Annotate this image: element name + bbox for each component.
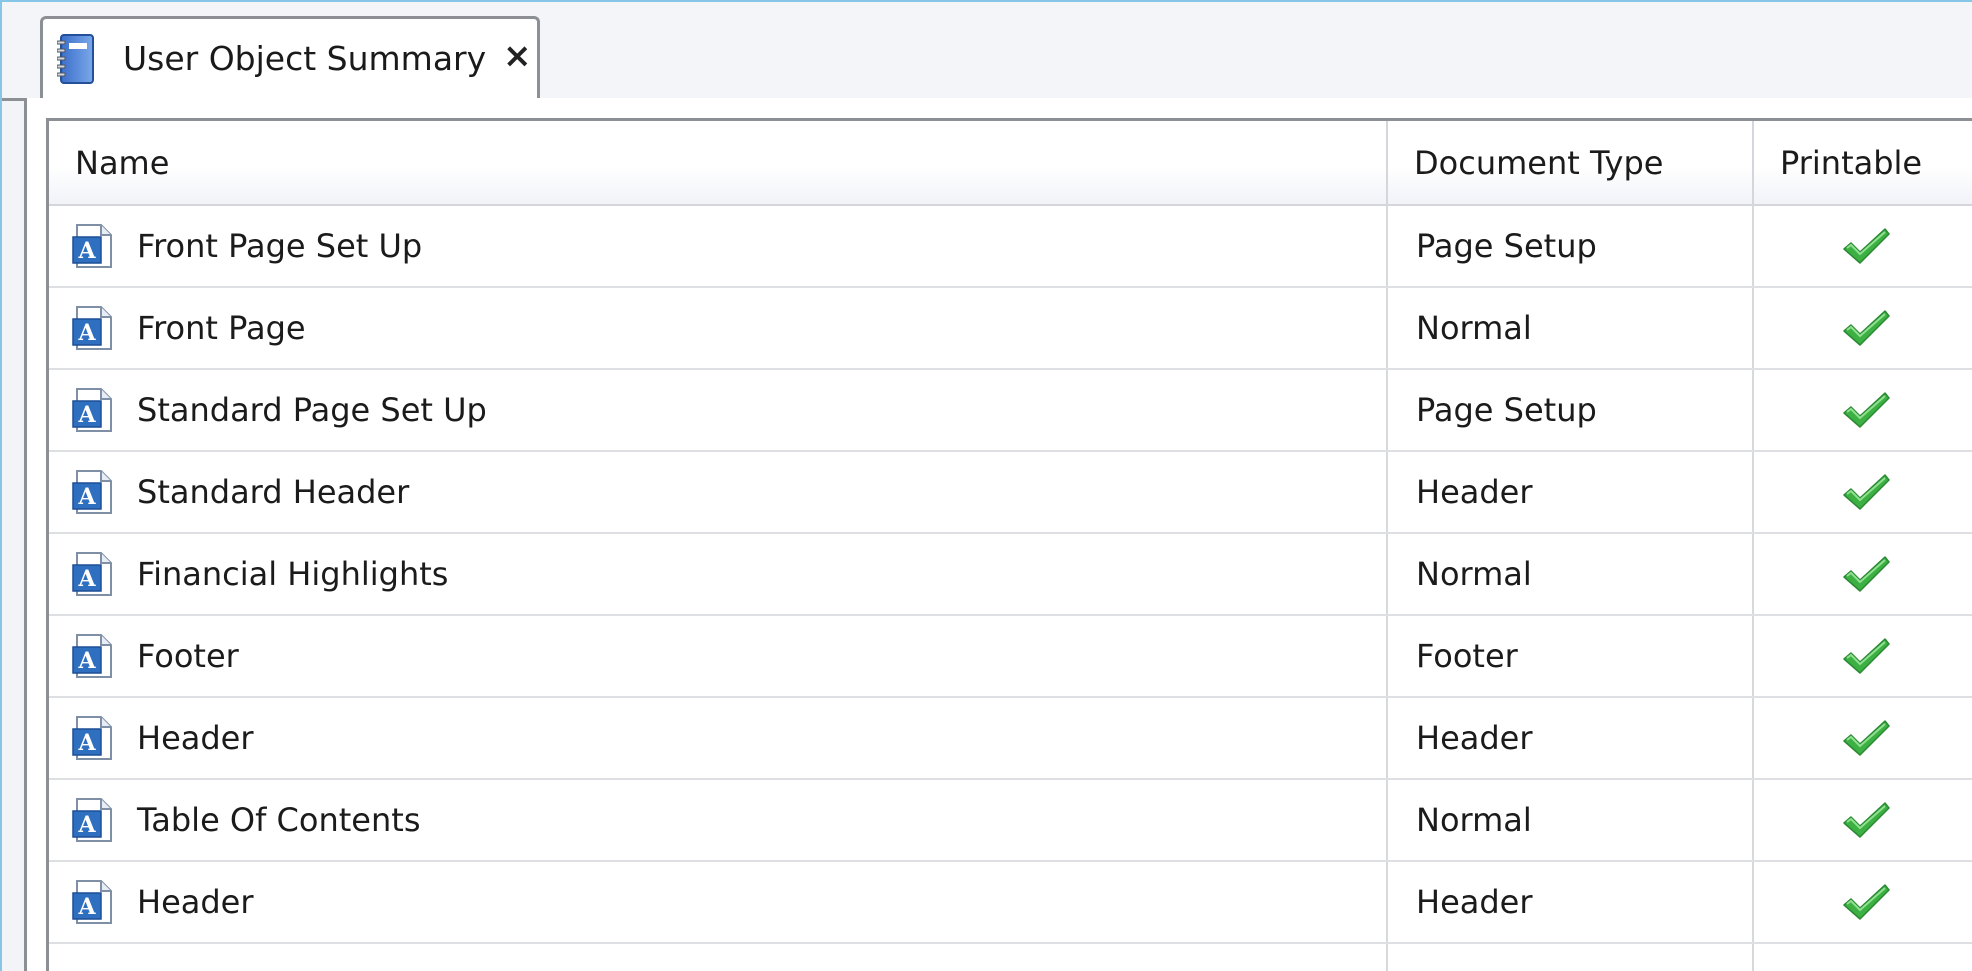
svg-text:A: A (77, 730, 96, 756)
green-checkmark-icon (1843, 638, 1890, 674)
document-window: User Object Summary × Name Document Type… (0, 0, 1972, 971)
row-name: Front Page Set Up (137, 227, 423, 265)
column-header-printable[interactable]: Printable (1753, 121, 1972, 206)
document-type-cell[interactable]: Normal (1387, 287, 1754, 370)
green-checkmark-icon (1843, 884, 1890, 920)
tab-user-object-summary[interactable]: User Object Summary × (40, 16, 540, 100)
green-checkmark-icon (1843, 720, 1890, 756)
text-document-icon: A (71, 633, 115, 679)
row-name: Table Of Contents (137, 801, 421, 839)
svg-text:A: A (77, 566, 96, 592)
text-document-icon: A (71, 879, 115, 925)
name-cell[interactable]: A Front Page (49, 287, 1388, 370)
column-header-document-type[interactable]: Document Type (1387, 121, 1754, 206)
text-document-icon: A (71, 305, 115, 351)
document-type-cell[interactable]: Page Setup (1387, 369, 1754, 452)
row-name: Standard Header (137, 473, 410, 511)
printable-cell[interactable] (1753, 779, 1972, 862)
name-cell[interactable]: A Standard Page Set Up (49, 369, 1388, 452)
document-type-cell[interactable]: Normal (1387, 779, 1754, 862)
table-row[interactable]: A Footer Footer (49, 615, 1972, 698)
table-row[interactable]: A Header Header (49, 861, 1972, 944)
table-row[interactable]: A Header Header (49, 697, 1972, 780)
document-type-cell[interactable]: Footer (1387, 615, 1754, 698)
green-checkmark-icon (1843, 228, 1890, 264)
svg-text:A: A (77, 648, 96, 674)
row-name: Standard Page Set Up (137, 391, 487, 429)
object-grid: Name Document Type Printable A Front Pag… (46, 118, 1972, 971)
text-document-icon: A (71, 387, 115, 433)
document-type-cell[interactable]: Normal (1387, 533, 1754, 616)
printable-cell[interactable] (1753, 205, 1972, 288)
object-table: Name Document Type Printable A Front Pag… (49, 121, 1972, 971)
svg-text:A: A (77, 238, 96, 264)
name-cell[interactable]: A Header (49, 697, 1388, 780)
tab-strip: User Object Summary × (2, 2, 1972, 101)
printable-cell[interactable] (1753, 615, 1972, 698)
row-name: Front Page (137, 309, 306, 347)
document-type-cell[interactable]: Header (1387, 861, 1754, 944)
name-cell[interactable]: A Front Page Set Up (49, 205, 1388, 288)
tab-title: User Object Summary (123, 39, 487, 78)
green-checkmark-icon (1843, 802, 1890, 838)
name-cell[interactable]: A Table Of Contents (49, 779, 1388, 862)
column-header-name[interactable]: Name (49, 121, 1388, 206)
svg-text:A: A (77, 812, 96, 838)
table-row[interactable]: A Financial Highlights Normal (49, 533, 1972, 616)
text-document-icon: A (71, 223, 115, 269)
row-name: Financial Highlights (137, 555, 449, 593)
document-type-cell[interactable]: Header (1387, 451, 1754, 534)
green-checkmark-icon (1843, 310, 1890, 346)
text-document-icon: A (71, 715, 115, 761)
printable-cell[interactable] (1753, 943, 1972, 971)
text-document-icon: A (71, 797, 115, 843)
svg-text:A: A (77, 484, 96, 510)
green-checkmark-icon (1843, 556, 1890, 592)
green-checkmark-icon (1843, 392, 1890, 428)
table-row[interactable]: A Standard Header Header (49, 451, 1972, 534)
document-type-cell[interactable] (1387, 943, 1754, 971)
name-cell[interactable]: A Financial Highlights (49, 533, 1388, 616)
name-cell[interactable]: A Header (49, 861, 1388, 944)
row-name: Footer (137, 637, 239, 675)
printable-cell[interactable] (1753, 533, 1972, 616)
green-checkmark-icon (1843, 474, 1890, 510)
printable-cell[interactable] (1753, 861, 1972, 944)
notebook-icon (56, 33, 95, 85)
table-row[interactable]: A Front Page Normal (49, 287, 1972, 370)
table-row-partial[interactable] (49, 943, 1972, 971)
name-cell[interactable]: A Standard Header (49, 451, 1388, 534)
row-name: Header (137, 719, 254, 757)
document-type-cell[interactable]: Page Setup (1387, 205, 1754, 288)
table-row[interactable]: A Table Of Contents Normal (49, 779, 1972, 862)
close-icon[interactable]: × (503, 39, 532, 73)
row-name: Header (137, 883, 254, 921)
text-document-icon: A (71, 469, 115, 515)
svg-text:A: A (77, 894, 96, 920)
table-row[interactable]: A Standard Page Set Up Page Setup (49, 369, 1972, 452)
header-row: Name Document Type Printable (49, 121, 1972, 206)
svg-text:A: A (77, 320, 96, 346)
printable-cell[interactable] (1753, 697, 1972, 780)
svg-text:A: A (77, 402, 96, 428)
name-cell[interactable] (49, 943, 1388, 971)
printable-cell[interactable] (1753, 369, 1972, 452)
printable-cell[interactable] (1753, 287, 1972, 370)
printable-cell[interactable] (1753, 451, 1972, 534)
table-row[interactable]: A Front Page Set Up Page Setup (49, 205, 1972, 288)
document-type-cell[interactable]: Header (1387, 697, 1754, 780)
text-document-icon: A (71, 551, 115, 597)
name-cell[interactable]: A Footer (49, 615, 1388, 698)
